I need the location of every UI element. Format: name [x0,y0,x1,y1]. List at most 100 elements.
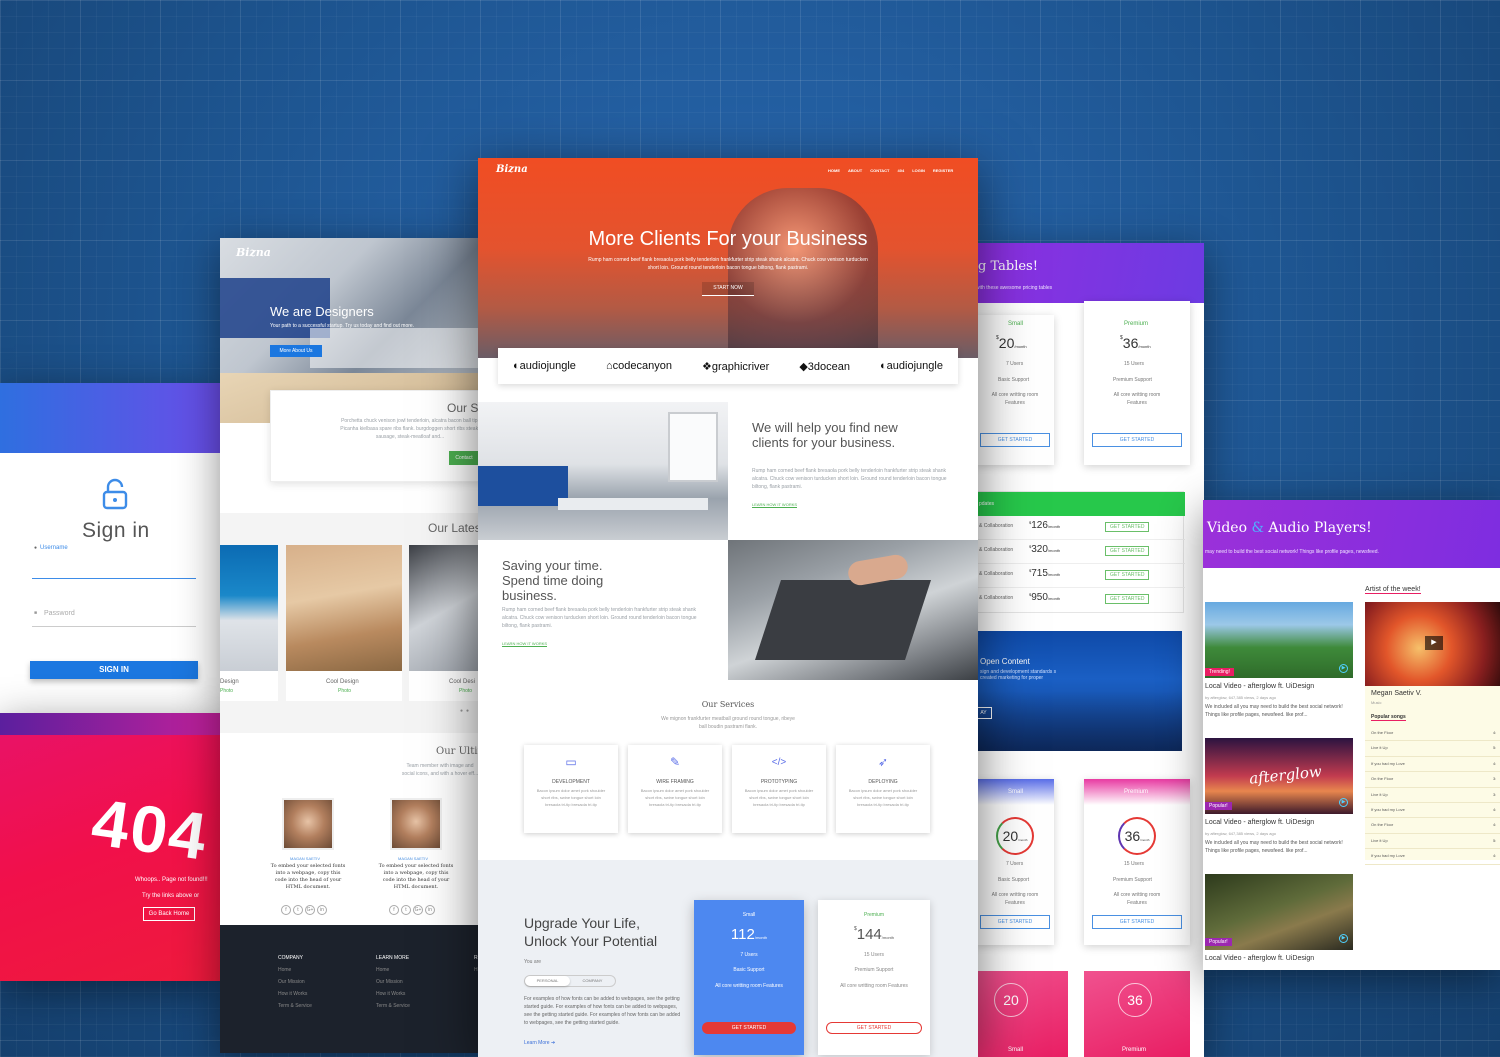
twitter-icon[interactable]: t [401,905,411,915]
service-card: </> PROTOTYPING Bacon ipsum dolor amet p… [732,745,826,833]
video-item-title[interactable]: Local Video - afterglow ft. UiDesign [1205,955,1314,962]
video-thumbnail[interactable]: afterglow Popular! ▶ [1205,738,1353,814]
nav-about[interactable]: ABOUT [848,168,862,173]
footer-link[interactable]: Term & Service [376,1003,410,1009]
song-row[interactable]: Live it Up 5: [1365,741,1500,757]
footer-link[interactable]: Home [278,967,312,973]
popular-badge: Popular! [1205,802,1232,810]
get-started-button[interactable]: GET STARTED [702,1022,796,1034]
bizna-logo[interactable]: Bizna [236,246,271,259]
facebook-icon[interactable]: f [281,905,291,915]
login-panel: Sign in ● Username ■ Password SIGN IN [0,383,222,713]
sign-in-button[interactable]: SIGN IN [30,661,198,679]
song-row[interactable]: If you had my Love 4: [1365,803,1500,819]
get-started-button[interactable]: GET STARTED [1105,522,1150,532]
laptop-image [728,540,978,680]
footer: COMPANY Home Our Mission How it Works Te… [220,925,480,1053]
feature-1-link[interactable]: LEARN HOW IT WORKS [752,502,798,508]
plan-name: Premium [863,912,884,918]
song-row[interactable]: Live it Up 3: [1365,788,1500,803]
footer-link[interactable]: Our Mission [376,979,410,985]
password-field[interactable]: ■ Password [32,605,196,627]
get-started-button[interactable]: GET STARTED [1105,594,1150,604]
linkedin-icon[interactable]: in [425,905,435,915]
facebook-icon[interactable]: f [389,905,399,915]
learn-more-link[interactable]: Learn More ➔ [524,1040,555,1046]
nav-home[interactable]: HOME [828,168,840,173]
service-title: WIRE FRAMING [656,779,694,785]
brand-icon: ❖ [701,360,712,373]
brand-logo: ◐audiojungle [513,360,576,372]
get-started-button[interactable]: GET STARTED [980,915,1050,929]
toggle-personal[interactable]: PERSONAL [525,976,570,986]
upgrade-title: Upgrade Your Life, Unlock Your Potential [524,915,658,949]
feature-2-link[interactable]: LEARN HOW IT WORKS [502,641,548,647]
pricing-card-image: 20 Small [976,971,1068,1057]
more-about-us-button[interactable]: More About Us [270,345,322,357]
song-row[interactable]: If you had my Love 4: [1365,849,1500,865]
plan-name: Premium [1122,1047,1147,1053]
nav-contact[interactable]: CONTACT [870,168,889,173]
play-icon[interactable]: ▶ [1339,934,1348,943]
song-row[interactable]: On the Floor 4: [1365,726,1500,742]
song-title: On the Floor [1371,776,1394,782]
video-thumbnail[interactable]: Trending! ▶ [1205,602,1353,678]
plan-users: 7 Users [1006,861,1024,867]
portfolio-card[interactable]: Design Photo [220,545,278,701]
toggle-company[interactable]: COMPANY [570,976,615,986]
username-field[interactable]: ● Username [32,543,196,579]
song-duration: 4: [1493,760,1497,766]
feature-2-title: Saving your time. Spend time doing busin… [502,558,604,603]
play-button[interactable]: ▶ [1425,636,1443,650]
nav-register[interactable]: REGISTER [933,168,953,173]
go-back-home-button[interactable]: Go Back Home [143,907,195,921]
song-row[interactable]: On the Floor 3: [1365,772,1500,788]
footer-link[interactable]: Home [376,967,410,973]
video-item-text: We included all you may need to build th… [1205,840,1343,854]
get-started-button[interactable]: GET STARTED [1092,433,1182,447]
song-row[interactable]: If you had my Love 4: [1365,757,1500,773]
open-content-text: sign and development standards s created… [980,669,1057,681]
get-started-button[interactable]: GET STARTED [980,433,1050,447]
user-icon: ● [34,545,38,551]
avatar [282,798,334,850]
linkedin-icon[interactable]: in [317,905,327,915]
song-duration: 5: [1493,745,1497,751]
carousel-dots[interactable]: ●● [460,708,476,714]
artist-genre: Music [1371,700,1382,705]
nav-login[interactable]: LOGIN [912,168,925,173]
portfolio-card[interactable]: Cool Design Photo [286,545,402,701]
play-icon[interactable]: ▶ [1339,664,1348,673]
portfolio-card[interactable]: Cool Desi Photo [409,545,480,701]
footer-link[interactable]: Our Mission [278,979,312,985]
service-text: Bacon ipsum dolor amet pork shoulder sho… [848,788,918,807]
get-started-button[interactable]: GET STARTED [1105,546,1150,556]
play-icon[interactable]: ▶ [1339,798,1348,807]
get-started-button[interactable]: GET STARTED [1105,570,1150,580]
start-now-button[interactable]: START NOW [702,282,754,296]
artist-image[interactable]: ▶ [1365,602,1500,686]
pricing-card: Premium $36/month 15 Users Premium Suppo… [1084,301,1190,465]
footer-link[interactable]: How it Works [376,991,410,997]
get-started-button[interactable]: GET STARTED [1092,915,1182,929]
video-page-panel: Video & Audio Players! may need to build… [1203,500,1500,970]
footer-link[interactable]: How it Works [278,991,312,997]
song-row[interactable]: On the Floor 4: [1365,818,1500,834]
video-thumbnail[interactable]: Popular! ▶ [1205,874,1353,950]
song-row[interactable]: Live it Up 5: [1365,834,1500,850]
video-item-title[interactable]: Local Video - afterglow ft. UiDesign [1205,683,1314,690]
open-content-button[interactable]: AY [976,707,992,719]
footer-link[interactable]: Term & Service [278,1003,312,1009]
brand-logo: ◆3docean [799,360,850,373]
get-started-button[interactable]: GET STARTED [826,1022,922,1034]
video-item-title[interactable]: Local Video - afterglow ft. UiDesign [1205,819,1314,826]
twitter-icon[interactable]: t [293,905,303,915]
google-plus-icon[interactable]: G+ [305,905,315,915]
main-logo[interactable]: Bizna [496,164,528,175]
nav-404[interactable]: 404 [898,168,905,173]
contact-button[interactable]: Contact [449,451,479,465]
team-member: MAGAN SAETIV To embed your selected font… [378,798,454,908]
account-type-toggle[interactable]: PERSONAL COMPANY [524,975,616,987]
plan-price: $20/month [996,335,1027,351]
google-plus-icon[interactable]: G+ [413,905,423,915]
